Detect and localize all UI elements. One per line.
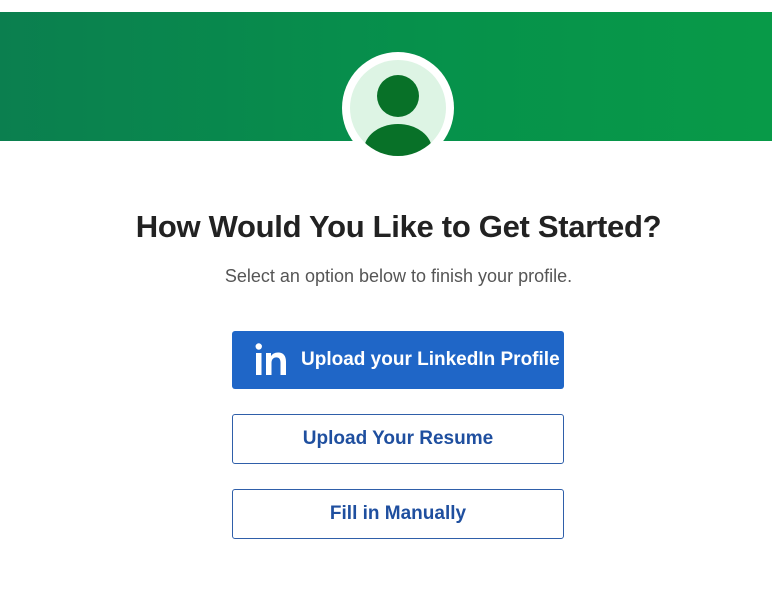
fill-manually-button[interactable]: Fill in Manually (232, 489, 564, 539)
fill-manually-label: Fill in Manually (329, 503, 467, 524)
linkedin-icon (255, 343, 286, 375)
upload-linkedin-button[interactable]: Upload your LinkedIn Profile (232, 331, 564, 389)
upload-resume-button[interactable]: Upload Your Resume (232, 414, 564, 464)
upload-linkedin-label: Upload your LinkedIn Profile (301, 349, 560, 370)
user-avatar-icon (350, 60, 446, 156)
page-title: How Would You Like to Get Started? (135, 209, 662, 244)
page-subtitle: Select an option below to finish your pr… (224, 266, 573, 286)
avatar-body (364, 124, 432, 156)
avatar (342, 52, 454, 164)
upload-resume-label: Upload Your Resume (302, 428, 494, 449)
avatar-head (377, 75, 419, 117)
